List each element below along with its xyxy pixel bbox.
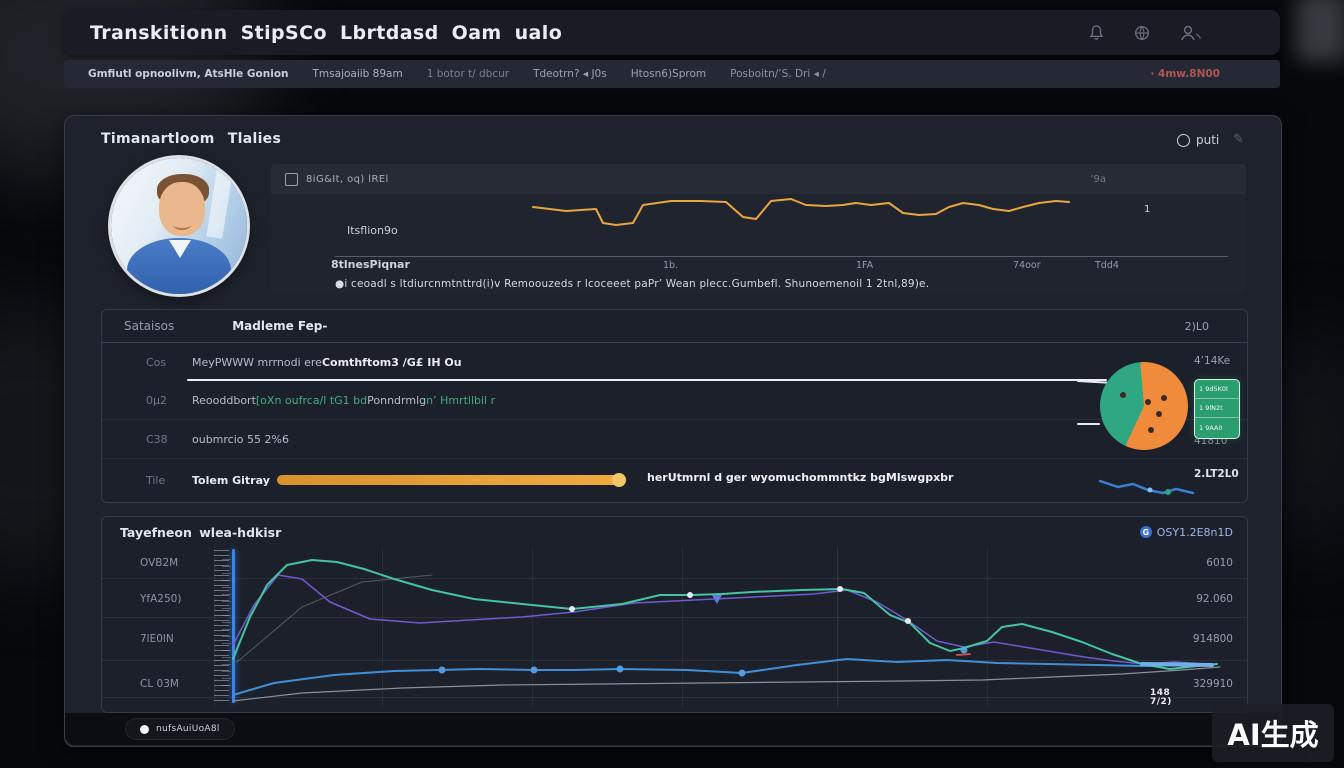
- progress-pill-text: herUtmrnl d ger wyomuchommntkz bgMlswgpx…: [647, 471, 954, 484]
- nav-item-3[interactable]: Tdeotrn? ◂ J0s: [533, 68, 607, 80]
- axis-tick-1: 1FA: [856, 260, 873, 271]
- row-text-bold: Comthftom3 /G£ IH Ou: [322, 356, 462, 369]
- nav-alert-value: · 4mw.8N00: [1150, 68, 1220, 80]
- row-label: Tolem Gitray: [192, 474, 270, 487]
- refresh-button[interactable]: puti: [1177, 133, 1219, 147]
- stats-section: Sataisos Madleme Fep- 2)L0 Cos MeyPWWW m…: [101, 309, 1248, 503]
- row-key: Tile: [146, 474, 192, 487]
- nav-item-2[interactable]: 1 botor t/ dbcur: [427, 68, 509, 80]
- overview-link[interactable]: 8tlnesPiqnar: [331, 258, 410, 271]
- overview-note: ●i ceoadl s ltdiurcnmtnttrd(i)v Remoouze…: [335, 278, 1240, 290]
- stats-header: Sataisos Madleme Fep- 2)L0: [102, 310, 1247, 343]
- overview-panel: 8iG&It, oq) lREl ’9a 1 Itsflion9o 8tlnes…: [271, 164, 1246, 294]
- stats-row-1[interactable]: 0µ2 Reooddbort [oXn oufrca/l tG1 bd Ponn…: [102, 381, 1247, 419]
- account-icon[interactable]: [1180, 25, 1202, 41]
- stats-header-key: Sataisos: [124, 319, 174, 333]
- progress-pill-cap: [612, 473, 626, 487]
- axis-tick-2: 74oor: [1013, 260, 1041, 271]
- nav-item-4[interactable]: Htosn6)Sprom: [631, 68, 706, 80]
- overview-toolbar-right: ’9a: [1090, 174, 1106, 185]
- axis-tick-3: Tdd4: [1095, 260, 1119, 271]
- stats-row-0[interactable]: Cos MeyPWWW mrrnodi ere Comthftom3 /G£ I…: [102, 343, 1247, 381]
- overview-marker: 1: [1144, 204, 1150, 215]
- pie-legend: 1 9d5K0l 1 9lN2t 1 9AA0: [1194, 379, 1240, 439]
- app-header: Transkitionn StipSCo Lbrtdasd Oam ualo: [64, 10, 1280, 55]
- pie-chart: [1100, 362, 1188, 450]
- row-seg1: Reooddbort: [192, 394, 256, 407]
- trend-section: Tayefneon wlea-hdkisr G OSY1.2E8n1D OVB2…: [101, 516, 1248, 713]
- nav-bar: Gmfiutl opnoolivm, AtsHle Gonion Tmsajoa…: [64, 60, 1280, 88]
- legend-item-1: 1 9lN2t: [1195, 400, 1239, 418]
- panel-footer: nufsAuiUoA8l: [65, 713, 1281, 745]
- row-seg3: Ponndrmlg: [367, 394, 426, 407]
- stats-row-2[interactable]: C38 oubmrcio 55 2%6: [102, 420, 1247, 458]
- bg-corner-highlight: [1296, 0, 1344, 62]
- row-text: MeyPWWW mrrnodi ere: [192, 356, 322, 369]
- status-dot-icon: [140, 725, 149, 734]
- corner-value-sub: 7/2): [1150, 698, 1172, 707]
- corner-value: 148 7/2): [1150, 689, 1172, 707]
- trend-badge[interactable]: G OSY1.2E8n1D: [1140, 526, 1233, 539]
- legend-item-2: 1 9AA0: [1195, 420, 1239, 437]
- ai-watermark: AI生成: [1212, 704, 1334, 762]
- nav-item-0[interactable]: Gmfiutl opnoolivm, AtsHle Gonion: [88, 68, 289, 80]
- refresh-icon: [1177, 134, 1190, 147]
- pie-dot: [1148, 427, 1154, 433]
- row-seg2: [oXn oufrca/l tG1 bd: [256, 394, 367, 407]
- nav-item-5[interactable]: Posboitn/’S. Dri ◂ /: [730, 68, 826, 80]
- footer-status-pill[interactable]: nufsAuiUoA8l: [125, 718, 235, 740]
- row-text: oubmrcio 55 2%6: [192, 433, 289, 446]
- pie-dot: [1120, 392, 1126, 398]
- trend-chart-area: OVB2M YfA250) 7lE0lN CL 03M 6010 92.060 …: [102, 547, 1247, 707]
- panel-title: Timanartloom Tlalies: [101, 131, 281, 147]
- overview-toolbar-label: 8iG&It, oq) lREl: [306, 174, 389, 185]
- row-0-value: 4’14Ke: [1194, 355, 1230, 367]
- avatar-smile: [173, 220, 191, 230]
- pie-dot: [1161, 395, 1167, 401]
- footer-status-label: nufsAuiUoA8l: [156, 724, 220, 734]
- nav-item-1[interactable]: Tmsajoaiib 89am: [313, 68, 403, 80]
- apps-badge-icon[interactable]: [1134, 25, 1150, 41]
- row-sparkline-chart: [1098, 476, 1198, 500]
- row-seg4: n’ Hmrtllbil r: [426, 394, 495, 407]
- avatar-bg-detail: [206, 158, 235, 239]
- row-key: 0µ2: [146, 394, 192, 407]
- row-key: Cos: [146, 356, 192, 369]
- refresh-label: puti: [1196, 133, 1219, 147]
- app-title: Transkitionn StipSCo Lbrtdasd Oam ualo: [90, 22, 562, 44]
- trend-title: Tayefneon wlea-hdkisr: [120, 525, 281, 540]
- overview-sparkline-chart: [521, 189, 1081, 239]
- grid-icon: [285, 173, 298, 186]
- stats-header-value: 2)L0: [1185, 320, 1209, 333]
- trend-lines-chart: [102, 547, 1247, 707]
- notifications-icon[interactable]: [1089, 25, 1104, 41]
- legend-item-0: 1 9d5K0l: [1195, 381, 1239, 399]
- avatar[interactable]: [111, 158, 247, 294]
- axis-tick-0: 1b.: [663, 260, 678, 271]
- trend-badge-label: OSY1.2E8n1D: [1157, 526, 1233, 539]
- pie-dot: [1145, 399, 1151, 405]
- row-3-value: 2.LT2L0: [1194, 468, 1239, 480]
- overview-name-label: Itsflion9o: [347, 224, 398, 237]
- pie-pointer-line: [1077, 423, 1100, 425]
- row-key: C38: [146, 433, 192, 446]
- trend-header: Tayefneon wlea-hdkisr G OSY1.2E8n1D: [102, 517, 1247, 547]
- overview-axis-line: [335, 256, 1228, 257]
- stats-header-title: Madleme Fep-: [232, 319, 327, 333]
- edit-icon[interactable]: ✎: [1233, 132, 1244, 147]
- badge-icon: G: [1140, 526, 1152, 538]
- pie-dot: [1156, 411, 1162, 417]
- progress-pill: [277, 475, 622, 485]
- main-panel: Timanartloom Tlalies puti ✎ 8iG&It, oq) …: [64, 115, 1282, 747]
